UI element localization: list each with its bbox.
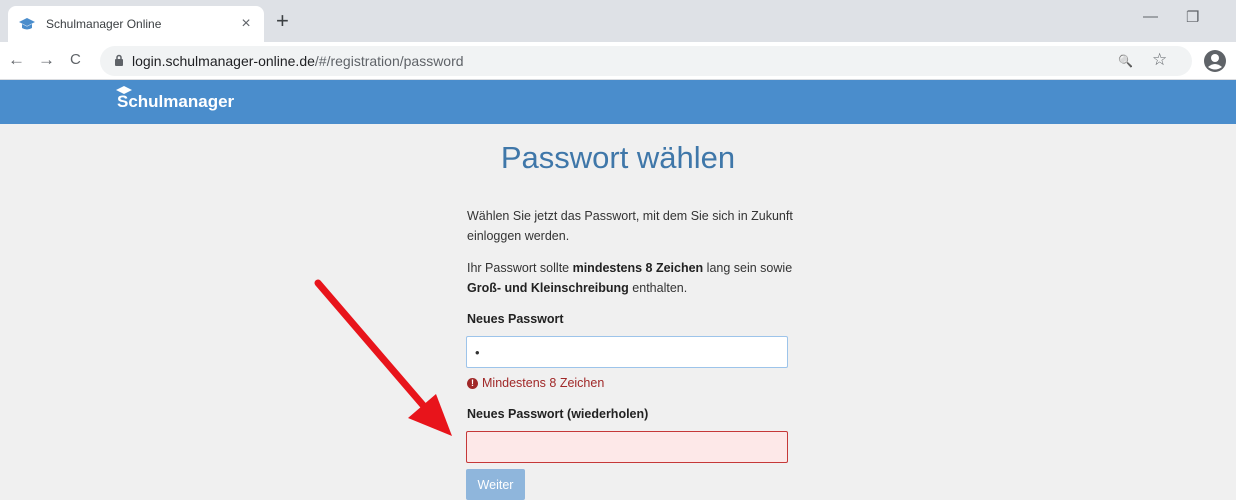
error-text: Mindestens 8 Zeichen <box>482 376 605 390</box>
continue-button[interactable]: Weiter <box>466 469 525 500</box>
new-password-input[interactable] <box>466 336 788 368</box>
address-bar[interactable]: login.schulmanager-online.de/#/registrat… <box>100 46 1192 76</box>
new-password-label: Neues Passwort <box>467 312 564 326</box>
error-icon: ! <box>467 377 478 389</box>
page-title: Passwort wählen <box>500 140 736 175</box>
url-host: login.schulmanager-online.de <box>132 53 315 69</box>
intro-text: Wählen Sie jetzt das Passwort, mit dem S… <box>467 209 793 243</box>
zoom-icon[interactable]: 🔍 <box>1118 54 1133 68</box>
restore-icon[interactable]: ❐ <box>1186 8 1199 26</box>
req-mid: lang sein sowie <box>703 261 793 275</box>
app-header: Schulmanager <box>0 80 1236 124</box>
lock-icon <box>115 54 123 66</box>
profile-icon[interactable] <box>1202 48 1228 74</box>
new-tab-button[interactable]: + <box>276 10 289 32</box>
url-path: /#/registration/password <box>314 53 464 69</box>
graduation-cap-icon <box>19 18 35 30</box>
repeat-password-label: Neues Passwort (wiederholen) <box>467 407 649 421</box>
password-error: ! Mindestens 8 Zeichen <box>467 376 604 390</box>
browser-toolbar: ← → C login.schulmanager-online.de/#/reg… <box>0 42 1236 80</box>
back-icon[interactable]: ← <box>8 50 25 70</box>
star-icon[interactable]: ☆ <box>1152 50 1167 70</box>
tab-title: Schulmanager Online <box>46 17 162 31</box>
forward-icon[interactable]: → <box>38 50 55 70</box>
req-prefix: Ihr Passwort sollte <box>467 261 573 275</box>
minimize-icon[interactable]: — <box>1143 8 1158 25</box>
req-suffix: enthalten. <box>628 281 688 295</box>
url-text: login.schulmanager-online.de/#/registrat… <box>132 53 464 69</box>
password-requirements: Ihr Passwort sollte mindestens 8 Zeichen… <box>467 258 807 298</box>
req-case: Groß- und Kleinschreibung <box>467 281 629 295</box>
browser-tab-strip: Schulmanager Online × + — ❐ <box>0 0 1236 42</box>
browser-tab[interactable]: Schulmanager Online × <box>8 6 264 42</box>
brand-logo[interactable]: Schulmanager <box>117 92 234 112</box>
reload-icon[interactable]: C <box>70 51 81 68</box>
repeat-password-input[interactable] <box>466 431 788 463</box>
tab-close-icon[interactable]: × <box>238 15 254 33</box>
req-length: mindestens 8 Zeichen <box>572 261 704 275</box>
